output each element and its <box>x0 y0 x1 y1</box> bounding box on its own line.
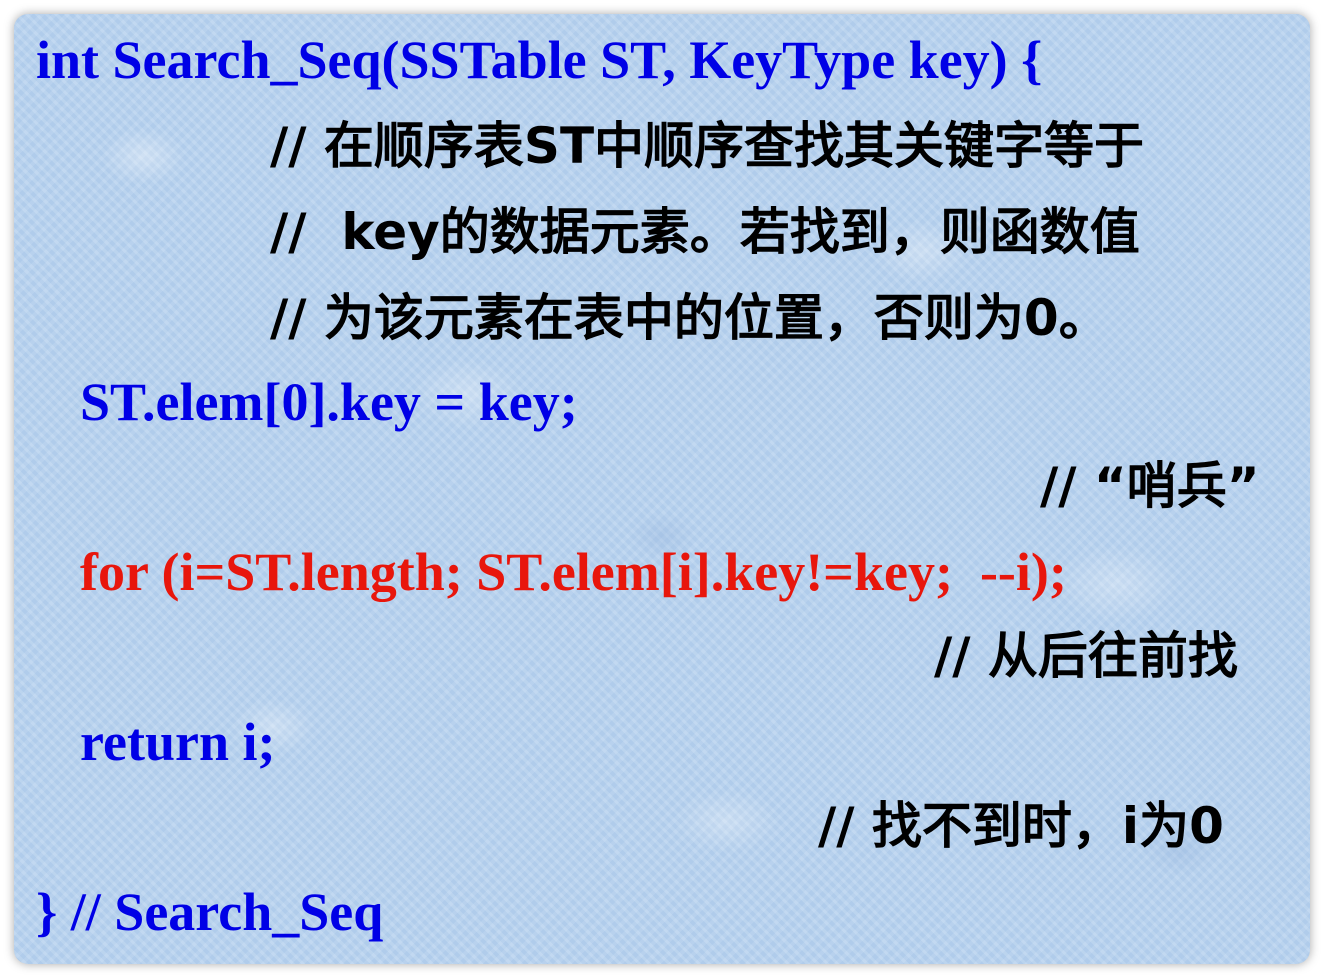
sentinel-statement: ST.elem[0].key = key; <box>80 372 578 432</box>
comment-line-2: // key的数据元素。若找到，则函数值 <box>270 203 1140 261</box>
sentinel-comment: // “哨兵” <box>1040 457 1260 515</box>
function-signature: int Search_Seq(SSTable ST, KeyType key) … <box>36 30 1043 90</box>
code-slide: int Search_Seq(SSTable ST, KeyType key) … <box>14 14 1310 964</box>
closing-brace: } // Search_Seq <box>36 882 384 942</box>
comment-line-3: // 为该元素在表中的位置，否则为0。 <box>270 289 1109 347</box>
for-loop-statement: for (i=ST.length; ST.elem[i].key!=key; -… <box>80 542 1067 602</box>
comment-line-1: // 在顺序表ST中顺序查找其关键字等于 <box>270 117 1145 175</box>
return-comment: // 找不到时，i为0 <box>818 797 1224 855</box>
for-loop-comment: // 从后往前找 <box>934 627 1238 685</box>
return-statement: return i; <box>80 712 276 772</box>
